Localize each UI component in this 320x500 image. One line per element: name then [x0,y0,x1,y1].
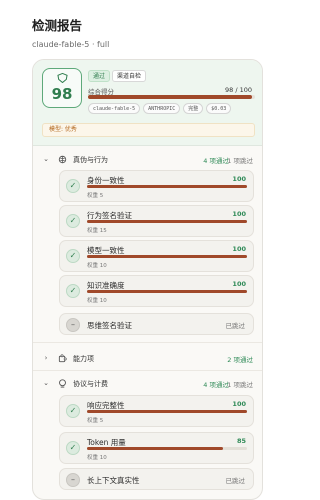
check-item-bar-fill [87,185,247,188]
check-icon: ✓ [66,404,80,418]
check-item-bar [87,410,247,413]
score-box: 98 [42,68,82,108]
source-badge: 渠道自检 [112,70,147,82]
minus-icon: – [66,318,80,332]
status-badge: 通过 [88,70,111,82]
check-item-bar-fill [87,220,247,223]
check-item-score: 100 [232,245,246,253]
check-item-name: 思维签名验证 [87,321,132,330]
check-item-bar [87,220,247,223]
check-item-bar [87,255,247,258]
group-passed-count: 2 项通过 [227,356,253,364]
check-icon: ✓ [66,284,80,298]
check-item[interactable]: ✓ 知识准确度 100 权重 10 [59,275,254,307]
report-page: 检测报告 claude-fable-5 · full 98 通过 渠道自检 综合… [0,0,287,500]
overall-score-bar-fill [88,95,252,99]
page-title: 检测报告 [32,18,83,33]
cost-tag: $0.03 [206,103,232,114]
check-item[interactable]: ✓ 模型一致性 100 权重 10 [59,240,254,272]
check-item[interactable]: ✓ 身份一致性 100 权重 5 [59,170,254,202]
check-item-bar [87,185,247,188]
overall-score: 98 [51,85,73,103]
check-item-skipped[interactable]: – 思维签名验证 已跳过 [59,313,254,335]
check-item-score: 100 [232,210,246,218]
overall-score-bar [88,95,255,99]
check-item-score: 85 [236,437,246,445]
score-value: 98 / 100 [225,86,252,94]
chevron-down-icon[interactable]: ⌄ [42,155,50,163]
group-header-protocol-billing[interactable]: ⌄ 协议与计费 4 项通过 1 项跳过 [33,377,262,391]
check-item[interactable]: ✓ 响应完整性 100 权重 5 [59,395,254,427]
summary-tags: claude-fable-5 ANTHROPIC 完整 $0.03 [88,103,232,114]
chevron-down-icon[interactable]: ⌄ [42,379,50,387]
mode-tag: 完整 [183,103,204,114]
check-item-bar-fill [87,290,247,293]
check-item-weight: 权重 10 [87,298,107,304]
group-skipped-count: 1 项跳过 [227,381,253,389]
check-icon: ✓ [66,214,80,228]
check-item-weight: 权重 10 [87,455,107,461]
check-item-score: 100 [232,280,246,288]
check-item[interactable]: ✓ 行为签名验证 100 权重 15 [59,205,254,237]
check-item-bar-fill [87,410,247,413]
check-item-bar-fill [87,255,247,258]
summary-panel: 98 通过 渠道自检 综合得分 98 / 100 claude-fable-5 … [33,60,262,146]
group-skipped-count: 1 项跳过 [227,157,253,165]
check-icon: ✓ [66,249,80,263]
page-subtitle: claude-fable-5 · full [32,40,110,49]
group-title: 真伪与行为 [73,156,108,164]
group-title: 能力项 [73,355,94,363]
group-title: 协议与计费 [73,380,108,388]
check-item-score: 100 [232,175,246,183]
check-item[interactable]: ✓ Token 用量 85 权重 10 [59,432,254,464]
check-item-bar [87,290,247,293]
check-item-weight: 权重 5 [87,418,104,424]
chevron-right-icon[interactable]: › [42,354,50,362]
check-item-bar [87,447,247,450]
group-passed-count: 4 项通过 [203,381,229,389]
group-header-authenticity[interactable]: ⌄ 真伪与行为 4 项通过 1 项跳过 [33,153,262,167]
provider-tag: ANTHROPIC [143,103,181,114]
check-item-status: 已跳过 [225,322,246,330]
coin-icon [59,379,66,388]
check-item-skipped[interactable]: – 长上下文真实性 已跳过 [59,468,254,490]
report-card: 98 通过 渠道自检 综合得分 98 / 100 claude-fable-5 … [32,59,263,500]
verdict-note: 模型: 优秀 [42,123,255,137]
check-item-score: 100 [232,400,246,408]
check-item-name: 长上下文真实性 [87,476,140,485]
brain-icon [58,155,67,164]
puzzle-icon [58,354,67,363]
group-passed-count: 4 项通过 [203,157,229,165]
check-icon: ✓ [66,179,80,193]
check-item-weight: 权重 10 [87,263,107,269]
check-item-bar-fill [87,447,223,450]
minus-icon: – [66,473,80,487]
divider [33,342,262,343]
shield-icon [57,73,68,83]
check-icon: ✓ [66,441,80,455]
group-header-capabilities[interactable]: › 能力项 2 项通过 [33,352,262,366]
check-item-weight: 权重 15 [87,228,107,234]
check-item-weight: 权重 5 [87,193,104,199]
divider [33,370,262,371]
model-tag: claude-fable-5 [88,103,141,114]
check-item-status: 已跳过 [225,477,246,485]
